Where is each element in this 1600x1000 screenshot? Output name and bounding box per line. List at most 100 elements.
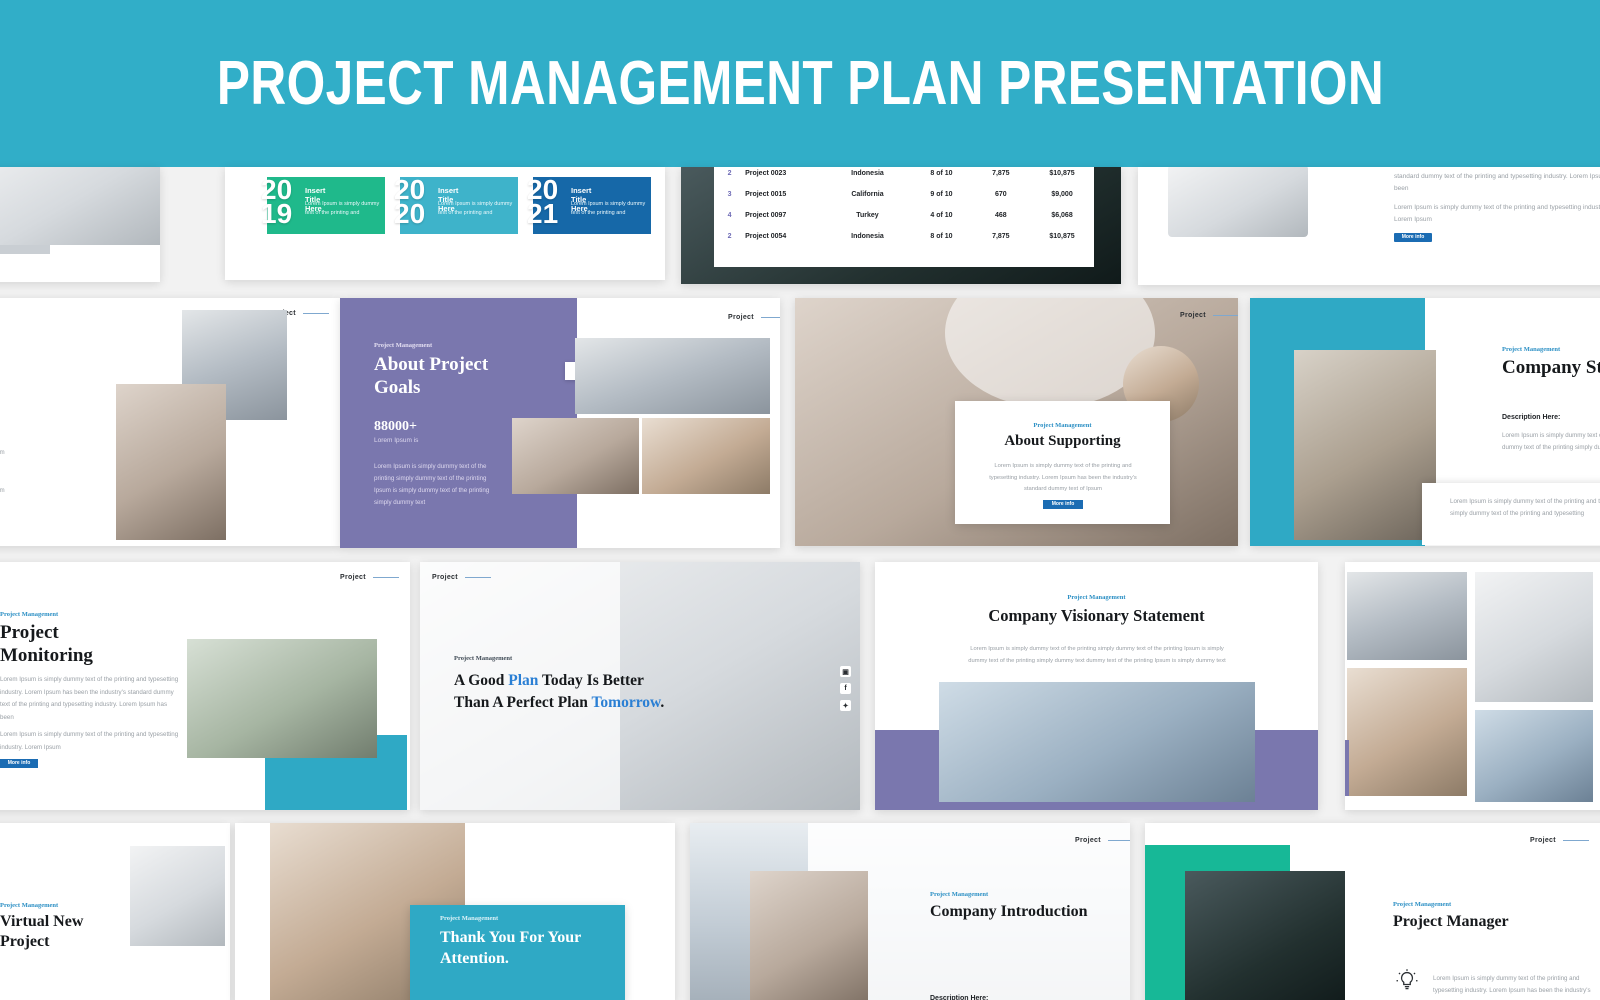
table-row[interactable]: 2 Project 0023 Indonesia 8 of 10 7,875 $…	[714, 167, 1094, 184]
visionary-photo	[939, 682, 1255, 802]
slide-quote[interactable]: Project Project Management A Good Plan T…	[420, 562, 860, 810]
slide-thank-you[interactable]: Project Management Thank You For Your At…	[235, 823, 675, 1000]
project-tag: Project	[432, 574, 491, 581]
statement-photo	[1294, 350, 1436, 540]
grid-purple-accent	[1345, 740, 1349, 796]
collage-paragraph-1: Lorem Ipsum is simply dummy text of the …	[0, 450, 5, 456]
visionary-body: Lorem Ipsum is simply dummy text of the …	[968, 646, 1226, 664]
visionary-eyebrow: Project Management	[1067, 594, 1126, 601]
project-tag-dash	[760, 317, 780, 318]
slide-project-monitoring[interactable]: Project Project Management Project Monit…	[0, 562, 410, 810]
cell-location: Indonesia	[851, 170, 884, 177]
manager-eyebrow: Project Management	[1393, 901, 1452, 908]
grid-photo-3	[1347, 668, 1467, 796]
project-tag-label: Project	[728, 314, 754, 321]
cell-location: Turkey	[856, 212, 879, 219]
laptop-paragraph-2: Lorem Ipsum is simply dummy text of the …	[1394, 204, 1600, 224]
goals-photo-1	[575, 338, 770, 414]
thankyou-eyebrow: Project Management	[440, 915, 499, 922]
slide-about-supporting[interactable]: Project Project Management About Support…	[795, 298, 1238, 546]
collage-photo-2	[116, 384, 226, 540]
page-title: PROJECT MANAGEMENT PLAN PRESENTATION	[216, 48, 1384, 118]
more-info-button[interactable]: More info	[1043, 500, 1083, 509]
supporting-eyebrow: Project Management	[1033, 422, 1092, 429]
timeline-year-bottom: 19	[261, 198, 293, 229]
cell-units: 468	[994, 212, 1007, 219]
quote-line3-b: .	[660, 694, 665, 712]
project-tag-dash	[1212, 315, 1238, 316]
cell-units: 670	[994, 191, 1007, 198]
statement-eyebrow: Project Management	[1502, 346, 1561, 353]
goals-title: About Project Goals	[374, 354, 489, 399]
timeline-body: Lorem Ipsum is simply dummy text of the …	[305, 201, 380, 216]
grid-photo-4	[1475, 710, 1593, 802]
hero-banner: PROJECT MANAGEMENT PLAN PRESENTATION	[0, 0, 1600, 167]
cell-score: 4 of 10	[930, 212, 953, 219]
monitor-photo	[0, 167, 160, 245]
virtual-photo	[130, 846, 225, 946]
table-row[interactable]: 3 Project 0015 California 9 of 10 670 $9…	[714, 184, 1094, 205]
slide-laptop-text[interactable]: standard dummy text of the printing and …	[1138, 167, 1600, 285]
cell-amount: $9,000	[1051, 191, 1073, 198]
grid-photo-1	[1347, 572, 1467, 660]
monitoring-eyebrow: Project Management	[0, 611, 59, 618]
project-tag-dash	[372, 577, 399, 578]
more-info-button[interactable]: More info	[0, 759, 38, 768]
supporting-card: Project Management About Supporting Lore…	[955, 401, 1170, 524]
twitter-icon[interactable]: ✦	[840, 700, 851, 711]
slide-company-introduction[interactable]: Project Project Management Company Intro…	[690, 823, 1130, 1000]
slide-timeline[interactable]: 20 19 Insert Title Here Lorem Ipsum is s…	[225, 167, 665, 280]
quote-text: A Good Plan Today Is Better Than A Perfe…	[454, 670, 669, 715]
slide-project-table[interactable]: 2 Project 0023 Indonesia 8 of 10 7,875 $…	[681, 167, 1121, 284]
table-row[interactable]: 4 Project 0097 Turkey 4 of 10 468 $6,068	[714, 205, 1094, 226]
goals-stat-value: 88000+	[374, 419, 417, 434]
more-info-button[interactable]: More info	[1394, 233, 1432, 242]
project-tag: Project	[1075, 837, 1130, 844]
table-row[interactable]: 2 Project 0054 Indonesia 8 of 10 7,875 $…	[714, 226, 1094, 247]
thankyou-title: Thank You For Your Attention.	[440, 929, 581, 967]
cell-project: Project 0023	[745, 170, 787, 177]
manager-title: Project Manager	[1393, 913, 1509, 930]
cell-score: 8 of 10	[930, 233, 953, 240]
goals-photo-3	[642, 418, 770, 494]
slide-team-collage[interactable]: Project Lorem Ipsum is simply dummy text…	[0, 298, 340, 546]
cell-score: 9 of 10	[930, 191, 953, 198]
timeline-year-bottom: 20	[394, 198, 426, 229]
cell-location: California	[851, 191, 884, 198]
goals-stat-label: Lorem Ipsum is	[374, 437, 419, 444]
slide-about-project-goals[interactable]: Project Project Management About Project…	[340, 298, 780, 548]
quote-line1-highlight: Plan	[508, 672, 539, 689]
project-tag-label: Project	[432, 574, 458, 581]
monitoring-body-2: Lorem Ipsum is simply dummy text of the …	[0, 731, 179, 751]
project-tag: Project	[1180, 312, 1238, 319]
cell-no: 2	[727, 170, 732, 177]
grid-photo-2	[1475, 572, 1593, 702]
instagram-icon[interactable]: ▣	[840, 666, 851, 677]
project-tag-label: Project	[340, 574, 366, 581]
slide-photo-grid[interactable]	[1345, 562, 1600, 810]
statement-description-label: Description Here:	[1502, 414, 1561, 421]
slide-monitor-preview[interactable]	[0, 167, 160, 282]
lightbulb-icon	[1396, 969, 1418, 990]
slide-company-statement[interactable]: Project Management Company Statement Des…	[1250, 298, 1600, 546]
manager-body: Lorem Ipsum is simply dummy text of the …	[1433, 975, 1591, 1000]
slide-project-manager[interactable]: Project Project Management Project Manag…	[1145, 823, 1600, 1000]
project-tag-label: Project	[1530, 837, 1556, 844]
manager-photo	[1185, 871, 1345, 1000]
statement-title: Company Statement	[1502, 357, 1600, 378]
facebook-icon[interactable]: f	[840, 683, 851, 694]
laptop-photo	[1168, 167, 1308, 237]
slide-company-visionary-statement[interactable]: Project Management Company Visionary Sta…	[875, 562, 1318, 810]
statement-overlay-card: Lorem Ipsum is simply dummy text of the …	[1422, 483, 1600, 545]
monitor-stand	[0, 245, 50, 254]
cell-amount: $10,875	[1049, 170, 1075, 177]
project-tag: Project	[728, 314, 780, 321]
quote-eyebrow: Project Management	[454, 655, 513, 662]
slide-virtual-new-project[interactable]: Project Management Virtual New Project	[0, 823, 230, 1000]
timeline-body: Lorem Ipsum is simply dummy text of the …	[438, 201, 513, 216]
project-tag-dash	[302, 313, 329, 314]
statement-body-1: Lorem Ipsum is simply dummy text of the …	[1502, 432, 1600, 452]
timeline-body: Lorem Ipsum is simply dummy text of the …	[571, 201, 646, 216]
quote-line3-highlight: Tomorrow	[591, 694, 661, 712]
project-table: 2 Project 0023 Indonesia 8 of 10 7,875 $…	[714, 167, 1094, 267]
